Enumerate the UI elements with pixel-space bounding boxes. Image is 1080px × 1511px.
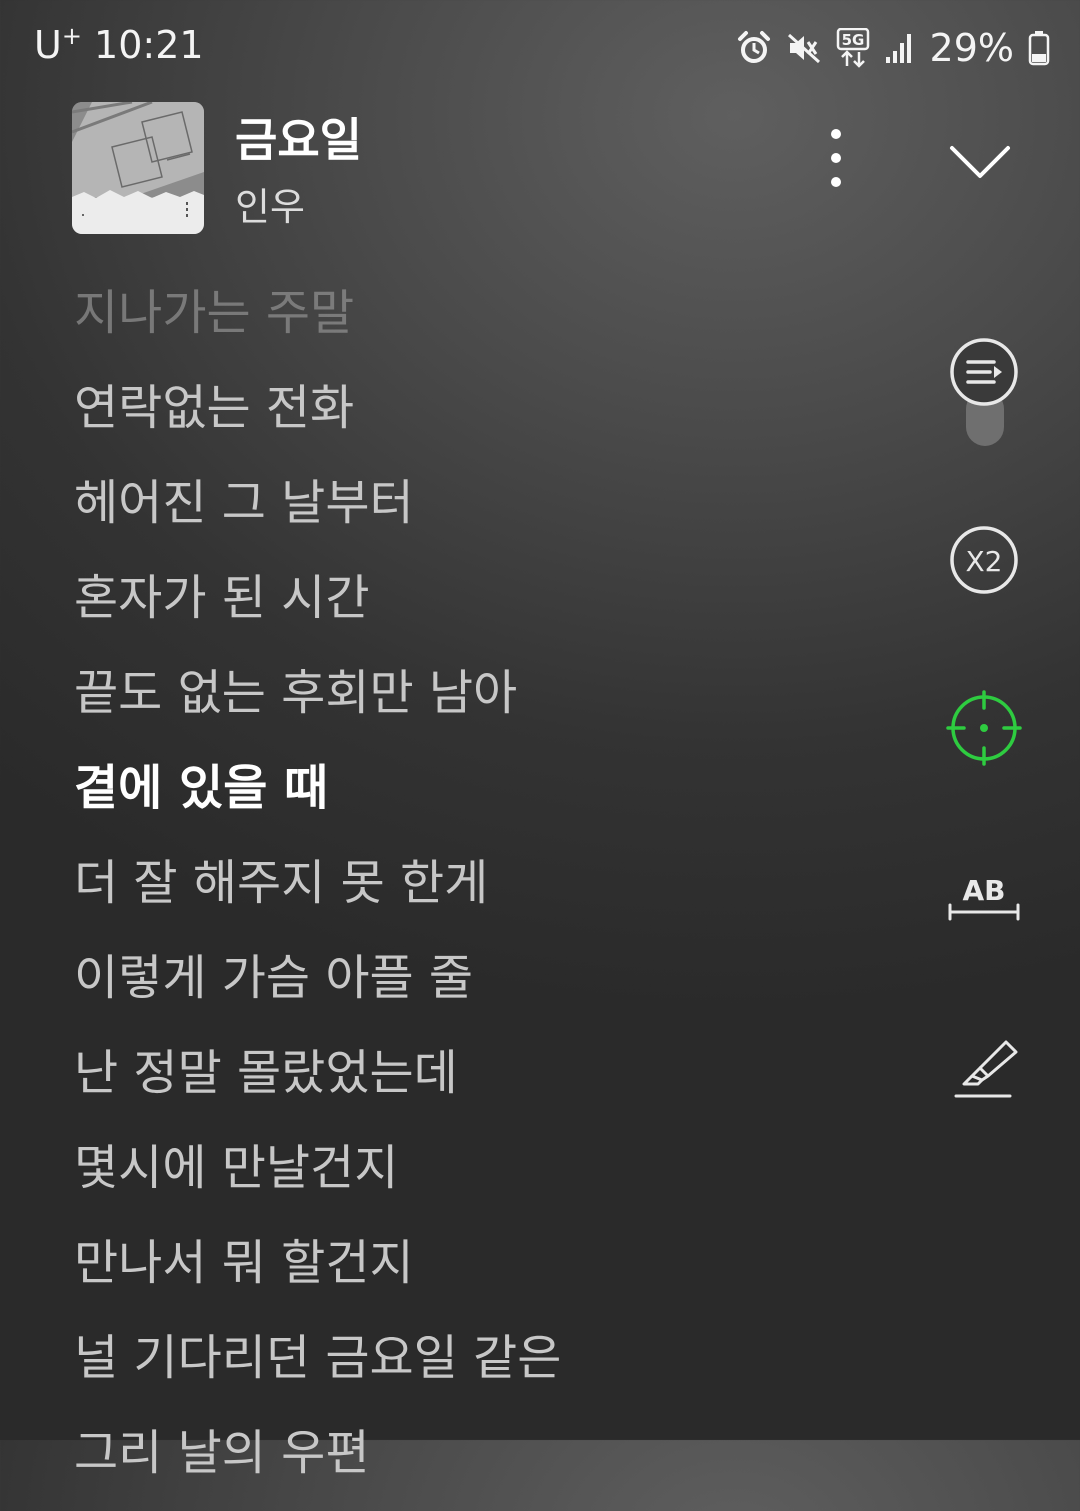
highlighter-icon bbox=[954, 1040, 1018, 1098]
lyric-line[interactable]: 혼자가 된 시간 bbox=[74, 561, 894, 656]
ab-repeat-icon: AB bbox=[948, 874, 1020, 921]
lyric-line[interactable]: 지나가는 주말 bbox=[74, 276, 894, 371]
carrier-label: U+ bbox=[34, 22, 82, 67]
speed-button[interactable]: X2 bbox=[944, 520, 1024, 600]
alarm-icon bbox=[736, 30, 772, 66]
playlist-button[interactable] bbox=[944, 332, 1024, 412]
sync-lyrics-icon bbox=[946, 690, 1022, 766]
lyric-line[interactable]: 끝도 없는 후회만 남아 bbox=[74, 656, 894, 751]
more-vertical-icon bbox=[831, 129, 841, 187]
svg-text:5G: 5G bbox=[841, 31, 864, 49]
battery-icon bbox=[1028, 30, 1050, 66]
speed-x2-icon: X2 bbox=[950, 526, 1018, 594]
more-options-button[interactable] bbox=[810, 124, 862, 194]
lyric-line[interactable]: 널 기다리던 금요일 같은 bbox=[74, 1321, 894, 1416]
lyrics-list[interactable]: 지나가는 주말 연락없는 전화 헤어진 그 날부터 혼자가 된 시간 끝도 없는… bbox=[74, 276, 894, 1511]
clock: 10:21 bbox=[94, 23, 204, 67]
lyric-line-current[interactable]: 곁에 있을 때 bbox=[74, 751, 894, 846]
signal-icon bbox=[884, 31, 914, 65]
collapse-button[interactable] bbox=[944, 132, 1016, 192]
battery-percent: 29% bbox=[929, 26, 1014, 70]
chevron-down-icon bbox=[950, 146, 1010, 178]
5g-data-icon: 5G bbox=[836, 28, 870, 68]
album-art[interactable] bbox=[72, 102, 204, 234]
lyric-line[interactable]: 연락없는 전화 bbox=[74, 371, 894, 466]
lyric-line[interactable]: 몇시에 만날건지 bbox=[74, 1131, 894, 1226]
lyric-line[interactable]: 이렇게 가슴 아플 줄 bbox=[74, 941, 894, 1036]
ab-repeat-button[interactable]: AB bbox=[944, 856, 1024, 936]
playlist-icon bbox=[950, 338, 1018, 406]
status-bar: U+ 10:21 5G 29% bbox=[0, 0, 1080, 96]
status-icons: 5G 29% bbox=[736, 26, 1050, 70]
lyric-line[interactable]: 더 잘 해주지 못 한게 bbox=[74, 846, 894, 941]
carrier-time: U+ 10:21 bbox=[34, 22, 204, 67]
song-artist[interactable]: 인우 bbox=[235, 176, 305, 231]
song-title: 금요일 bbox=[235, 113, 362, 167]
sync-lyrics-button[interactable] bbox=[944, 688, 1024, 768]
mute-icon bbox=[786, 30, 822, 66]
lyric-line[interactable]: 그리 날의 우편 bbox=[74, 1416, 894, 1511]
highlighter-button[interactable] bbox=[944, 1024, 1024, 1104]
lyric-line[interactable]: 헤어진 그 날부터 bbox=[74, 466, 894, 561]
svg-text:AB: AB bbox=[962, 874, 1005, 907]
lyric-line[interactable]: 난 정말 몰랐었는데 bbox=[74, 1036, 894, 1131]
svg-text:X2: X2 bbox=[966, 545, 1003, 578]
lyric-line[interactable]: 만나서 뭐 할건지 bbox=[74, 1226, 894, 1321]
